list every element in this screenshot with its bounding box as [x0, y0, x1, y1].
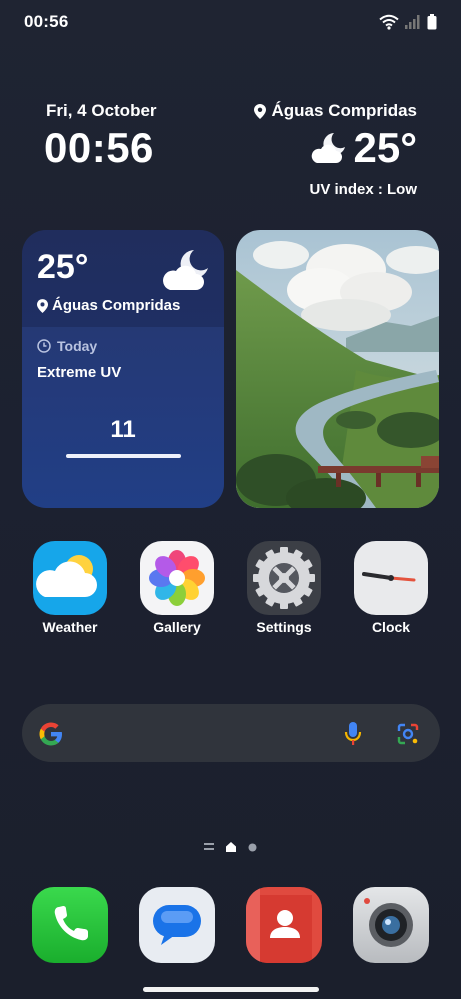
weather-widget-uv-value: 11	[110, 416, 136, 443]
weather-widget-uv-label: Extreme UV	[37, 364, 122, 381]
weather-widget-temperature: 25°	[37, 248, 89, 286]
status-icons	[379, 12, 437, 32]
uv-index-label: UV index : Low	[309, 181, 417, 198]
clock-small-icon	[37, 339, 51, 353]
partly-cloudy-night-icon	[312, 133, 346, 163]
weather-widget[interactable]: 25° Águas Compridas Today Extreme UV 11	[22, 230, 224, 508]
weather-widget-period-label: Today	[57, 338, 98, 354]
google-g-icon	[39, 722, 62, 746]
app-settings[interactable]: Settings	[239, 541, 329, 635]
home-page-icon	[226, 842, 236, 852]
date-label[interactable]: Fri, 4 October	[46, 101, 157, 121]
weather-widget-uv-bar	[66, 454, 181, 458]
location-pin-icon	[253, 103, 266, 119]
app-gallery[interactable]: Gallery	[132, 541, 222, 635]
phone-app-icon	[54, 906, 88, 941]
header-location[interactable]: Águas Compridas	[253, 101, 417, 121]
app-weather[interactable]: Weather	[25, 541, 115, 635]
header-weather[interactable]: 25°	[309, 124, 417, 172]
weather-widget-location-label: Águas Compridas	[52, 297, 181, 314]
page-dot-icon	[248, 843, 257, 851]
app-label: Gallery	[153, 619, 201, 635]
page-indicator[interactable]	[204, 842, 257, 852]
settings-app-icon	[247, 541, 321, 615]
signal-icon	[405, 15, 420, 29]
dock-messages-app[interactable]	[139, 887, 215, 963]
clock-time[interactable]: 00:56	[44, 124, 154, 172]
weather-widget-location: Águas Compridas	[37, 297, 180, 314]
header-temperature: 25°	[353, 124, 417, 171]
partly-cloudy-night-icon	[163, 250, 208, 290]
dock-camera-app[interactable]	[353, 887, 429, 963]
page-list-icon	[204, 843, 214, 850]
app-clock[interactable]: Clock	[346, 541, 436, 635]
app-label: Settings	[256, 619, 312, 635]
messages-app-icon	[153, 905, 201, 945]
status-bar-time: 00:56	[24, 12, 69, 31]
google-search-bar[interactable]	[22, 704, 440, 762]
camera-app-icon	[364, 898, 413, 947]
location-pin-icon	[37, 298, 48, 313]
clock-app-icon	[354, 541, 428, 615]
app-label: Clock	[371, 619, 411, 635]
dock-phone-app[interactable]	[32, 887, 108, 963]
weather-widget-period: Today	[37, 338, 97, 354]
app-label: Weather	[42, 619, 98, 635]
battery-icon	[427, 14, 437, 30]
weather-app-icon	[33, 541, 107, 615]
navigation-gesture-handle[interactable]	[143, 987, 319, 992]
photo-widget[interactable]	[236, 230, 439, 508]
dock-contacts-app[interactable]	[246, 887, 322, 963]
wifi-icon	[379, 14, 399, 30]
header-location-label: Águas Compridas	[271, 101, 417, 120]
landscape-photo-icon	[236, 230, 439, 508]
google-lens-icon[interactable]	[396, 722, 420, 746]
microphone-icon[interactable]	[344, 721, 362, 747]
gallery-app-icon	[140, 541, 214, 615]
contacts-app-icon	[246, 887, 312, 963]
